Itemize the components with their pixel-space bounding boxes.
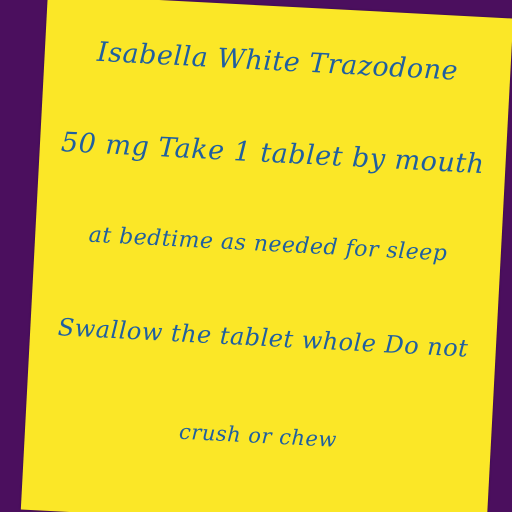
note-line-timing: at bedtime as needed for sleep — [88, 222, 448, 267]
note-line-dosage: 50 mg Take 1 tablet by mouth — [60, 127, 486, 181]
note-line-warning: crush or chew — [178, 419, 338, 452]
photo-scene: Isabella White Trazodone 50 mg Take 1 ta… — [0, 0, 512, 512]
note-line-patient-drug: Isabella White Trazodone — [96, 36, 459, 87]
note-line-instruction: Swallow the tablet whole Do not — [57, 313, 470, 363]
sticky-note: Isabella White Trazodone 50 mg Take 1 ta… — [20, 0, 512, 512]
